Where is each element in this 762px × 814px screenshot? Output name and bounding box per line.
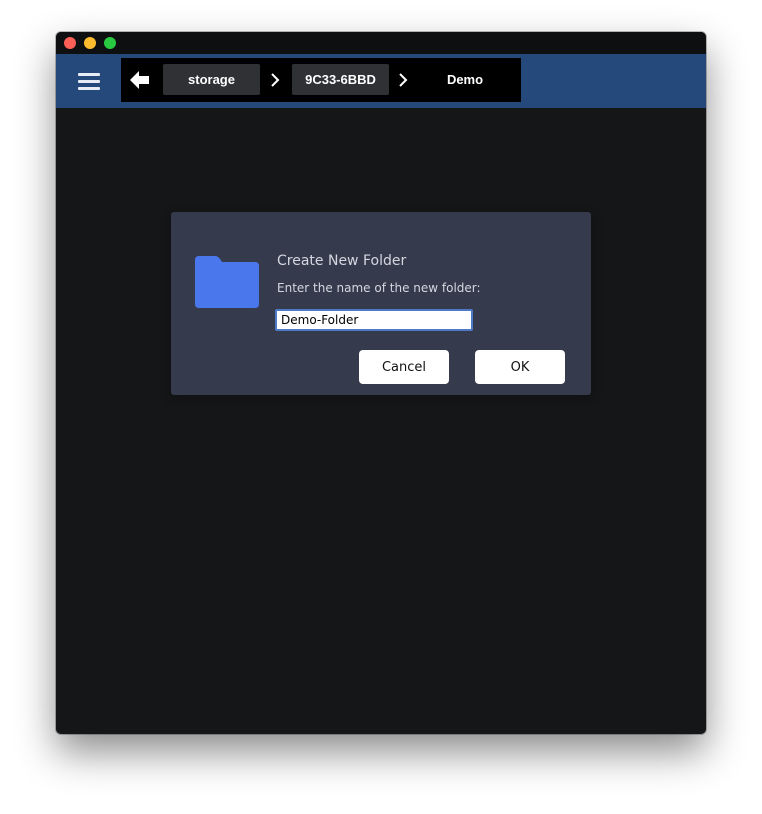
dialog-message: Enter the name of the new folder:: [277, 281, 481, 295]
folder-name-input[interactable]: [275, 309, 473, 331]
folder-icon: [195, 256, 259, 308]
window-close-button[interactable]: [64, 37, 76, 49]
app-window: storage 9C33-6BBD Demo Create New Folder…: [56, 32, 706, 734]
window-minimize-button[interactable]: [84, 37, 96, 49]
breadcrumb-item-storage[interactable]: storage: [163, 64, 260, 95]
cancel-button[interactable]: Cancel: [359, 350, 449, 384]
ok-button[interactable]: OK: [475, 350, 565, 384]
chevron-right-icon: [397, 72, 409, 88]
breadcrumb-item-current[interactable]: Demo: [421, 64, 509, 95]
breadcrumb-item-volume[interactable]: 9C33-6BBD: [292, 64, 389, 95]
create-folder-dialog: Create New Folder Enter the name of the …: [171, 212, 591, 395]
chevron-right-icon: [269, 72, 281, 88]
breadcrumb: storage 9C33-6BBD Demo: [121, 58, 521, 102]
dialog-title: Create New Folder: [277, 253, 407, 269]
toolbar: storage 9C33-6BBD Demo: [56, 54, 706, 108]
window-maximize-button[interactable]: [104, 37, 116, 49]
title-bar: [56, 32, 706, 54]
hamburger-menu-icon[interactable]: [76, 70, 102, 92]
arrow-left-icon[interactable]: [129, 69, 151, 91]
